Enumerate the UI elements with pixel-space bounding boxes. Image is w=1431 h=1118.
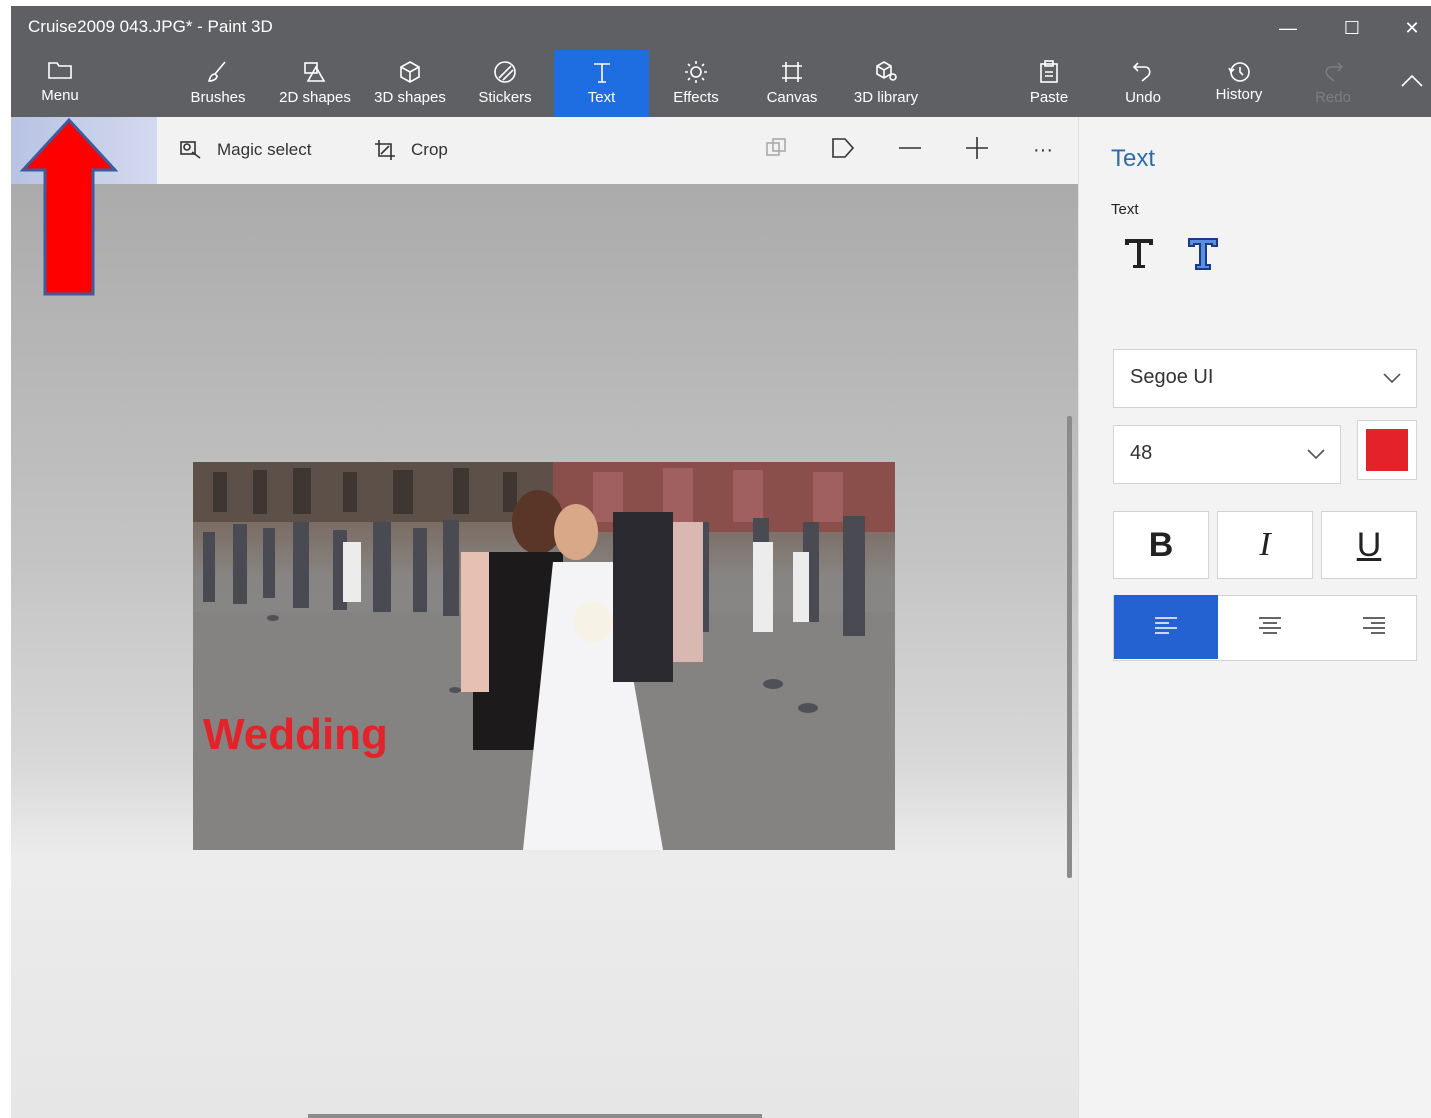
canvas-crop-icon [757, 59, 827, 89]
align-center-button[interactable] [1218, 595, 1322, 659]
font-size-value: 48 [1130, 442, 1153, 464]
tool-options-bar: ct Magic select Crop ··· [11, 117, 1078, 184]
italic-button[interactable]: I [1217, 511, 1313, 579]
text-label: Text [587, 89, 616, 106]
3d-library-tool[interactable]: 3D library [846, 50, 926, 117]
menu-button[interactable]: Menu [27, 50, 93, 117]
align-right-icon [1363, 617, 1385, 634]
3d-cube-icon [368, 59, 452, 89]
canvas-workspace[interactable]: Wedding [11, 184, 1078, 1118]
redo-button[interactable]: Redo [1301, 50, 1365, 117]
text-type-label: Text [1111, 201, 1139, 218]
wedding-photo[interactable]: Wedding [193, 462, 895, 850]
3d-library-label: 3D library [853, 89, 919, 106]
align-left-icon [1155, 617, 1177, 634]
zoom-in-button[interactable] [964, 135, 994, 165]
chevron-down-icon [1382, 368, 1402, 391]
copy-3d-icon [766, 138, 786, 156]
horizontal-scrollbar[interactable] [308, 1114, 762, 1118]
magic-select-icon [180, 141, 201, 159]
magic-select-label: Magic select [217, 140, 312, 159]
text-color-picker[interactable] [1357, 420, 1417, 480]
wedding-text[interactable]: Wedding [203, 710, 388, 760]
text-color-swatch [1366, 429, 1408, 471]
3d-library-icon [846, 59, 926, 89]
window-title: Cruise2009 043.JPG* - Paint 3D [28, 17, 273, 36]
2d-shapes-label: 2D shapes [279, 89, 351, 106]
perspective-icon [832, 138, 855, 158]
align-right-button[interactable] [1322, 595, 1426, 659]
collapse-toolbar-button[interactable] [1393, 50, 1431, 117]
stickers-label: Stickers [478, 89, 532, 106]
menu-label: Menu [41, 87, 79, 104]
undo-label: Undo [1125, 89, 1161, 106]
stickers-tool[interactable]: Stickers [469, 50, 541, 117]
paste-label: Paste [1029, 89, 1069, 106]
crop-button[interactable]: Crop [373, 135, 448, 165]
copy-to-3d-button[interactable] [763, 135, 793, 165]
redo-label: Redo [1315, 89, 1351, 106]
more-options-button[interactable]: ··· [1033, 135, 1053, 165]
crop-label: Crop [411, 140, 448, 159]
clipboard-icon [1017, 59, 1081, 89]
undo-icon [1111, 59, 1175, 89]
minus-icon [899, 147, 921, 149]
effects-label: Effects [673, 89, 719, 106]
redo-icon [1301, 59, 1365, 89]
2d-text-icon [1125, 239, 1153, 268]
panel-title: Text [1111, 145, 1156, 172]
text-t-icon [554, 59, 649, 89]
3d-shapes-tool[interactable]: 3D shapes [368, 50, 452, 117]
history-clock-icon [1205, 59, 1273, 89]
minimize-button[interactable]: — [1265, 12, 1311, 44]
maximize-button[interactable]: ☐ [1329, 12, 1375, 44]
font-family-dropdown[interactable]: Segoe UI [1113, 349, 1417, 408]
history-button[interactable]: History [1205, 50, 1273, 117]
underline-button[interactable]: U [1321, 511, 1417, 579]
font-family-value: Segoe UI [1130, 366, 1214, 388]
plus-icon [966, 137, 988, 159]
annotation-arrow [19, 117, 119, 301]
2d-shapes-tool[interactable]: 2D shapes [273, 50, 357, 117]
sun-icon [663, 59, 729, 89]
align-center-icon [1259, 617, 1281, 634]
3d-text-icon [1188, 238, 1218, 270]
canvas-tool[interactable]: Canvas [757, 50, 827, 117]
history-label: History [1215, 86, 1263, 103]
canvas-label: Canvas [766, 89, 818, 106]
align-left-button[interactable] [1114, 595, 1218, 659]
2d-shapes-icon [273, 59, 357, 89]
font-size-dropdown[interactable]: 48 [1113, 425, 1341, 484]
undo-button[interactable]: Undo [1111, 50, 1175, 117]
bold-button[interactable]: B [1113, 511, 1209, 579]
view-perspective-button[interactable] [829, 135, 859, 165]
text-properties-panel: Text Text Segoe UI 48 B I U [1078, 117, 1431, 1118]
2d-text-button[interactable] [1121, 235, 1165, 279]
magic-select-button[interactable]: Magic select [179, 135, 311, 165]
brush-icon [182, 59, 254, 89]
brushes-label: Brushes [190, 89, 246, 106]
paste-button[interactable]: Paste [1017, 50, 1081, 117]
brushes-tool[interactable]: Brushes [182, 50, 254, 117]
vertical-scrollbar[interactable] [1067, 416, 1072, 878]
zoom-out-button[interactable] [897, 135, 927, 165]
main-toolbar: Menu Brushes 2D shapes 3D shapes Sticker… [11, 50, 1431, 117]
title-bar: Cruise2009 043.JPG* - Paint 3D — ☐ ✕ [11, 6, 1431, 50]
photo-content [193, 462, 895, 850]
effects-tool[interactable]: Effects [663, 50, 729, 117]
close-button[interactable]: ✕ [1389, 12, 1431, 44]
chevron-down-icon [1306, 444, 1326, 467]
chevron-up-icon [1393, 72, 1431, 102]
paint3d-window: Cruise2009 043.JPG* - Paint 3D — ☐ ✕ Men… [11, 6, 1431, 1118]
folder-icon [27, 59, 93, 89]
sticker-icon [469, 59, 541, 89]
3d-text-button[interactable] [1185, 235, 1229, 279]
text-tool[interactable]: Text [554, 50, 649, 117]
3d-shapes-label: 3D shapes [374, 89, 446, 106]
crop-icon [375, 140, 395, 160]
